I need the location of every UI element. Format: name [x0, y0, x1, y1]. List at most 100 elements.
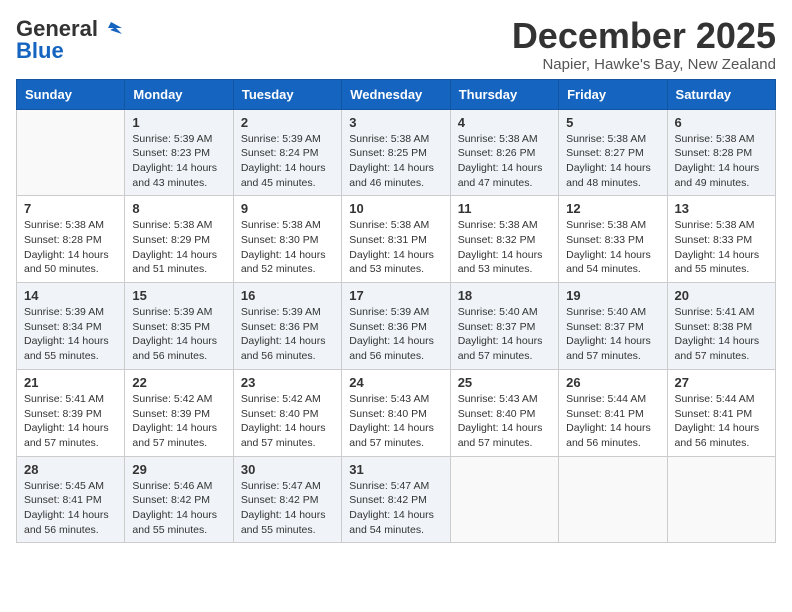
- day-number: 28: [24, 462, 117, 477]
- cell-details: Sunrise: 5:38 AMSunset: 8:32 PMDaylight:…: [458, 218, 551, 277]
- calendar-week-row: 7 Sunrise: 5:38 AMSunset: 8:28 PMDaylight…: [17, 196, 776, 283]
- day-number: 29: [132, 462, 225, 477]
- cell-details: Sunrise: 5:39 AMSunset: 8:36 PMDaylight:…: [349, 305, 442, 364]
- cell-details: Sunrise: 5:43 AMSunset: 8:40 PMDaylight:…: [349, 392, 442, 451]
- calendar-cell: 23 Sunrise: 5:42 AMSunset: 8:40 PMDayligh…: [233, 369, 341, 456]
- calendar-cell: 18Sunrise: 5:40 AMSunset: 8:37 PMDayligh…: [450, 283, 558, 370]
- cell-details: Sunrise: 5:46 AMSunset: 8:42 PMDaylight:…: [132, 479, 225, 538]
- calendar-week-row: 28 Sunrise: 5:45 AMSunset: 8:41 PMDayligh…: [17, 456, 776, 543]
- weekday-header: Saturday: [667, 79, 775, 109]
- calendar-cell: 5 Sunrise: 5:38 AMSunset: 8:27 PMDaylight…: [559, 109, 667, 196]
- cell-details: Sunrise: 5:39 AMSunset: 8:34 PMDaylight:…: [24, 305, 117, 364]
- title-block: December 2025 Napier, Hawke's Bay, New Z…: [512, 16, 776, 73]
- day-number: 3: [349, 115, 442, 130]
- cell-details: Sunrise: 5:47 AMSunset: 8:42 PMDaylight:…: [241, 479, 334, 538]
- calendar-table: SundayMondayTuesdayWednesdayThursdayFrid…: [16, 79, 776, 544]
- calendar-cell: [667, 456, 775, 543]
- calendar-cell: 31 Sunrise: 5:47 AMSunset: 8:42 PMDayligh…: [342, 456, 450, 543]
- day-number: 6: [675, 115, 768, 130]
- cell-details: Sunrise: 5:45 AMSunset: 8:41 PMDaylight:…: [24, 479, 117, 538]
- cell-details: Sunrise: 5:39 AMSunset: 8:35 PMDaylight:…: [132, 305, 225, 364]
- calendar-cell: 2 Sunrise: 5:39 AMSunset: 8:24 PMDaylight…: [233, 109, 341, 196]
- day-number: 26: [566, 375, 659, 390]
- calendar-week-row: 21Sunrise: 5:41 AMSunset: 8:39 PMDayligh…: [17, 369, 776, 456]
- calendar-cell: [17, 109, 125, 196]
- calendar-cell: 11 Sunrise: 5:38 AMSunset: 8:32 PMDayligh…: [450, 196, 558, 283]
- weekday-header: Thursday: [450, 79, 558, 109]
- cell-details: Sunrise: 5:39 AMSunset: 8:23 PMDaylight:…: [132, 132, 225, 191]
- calendar-cell: [450, 456, 558, 543]
- calendar-cell: 7 Sunrise: 5:38 AMSunset: 8:28 PMDaylight…: [17, 196, 125, 283]
- cell-details: Sunrise: 5:38 AMSunset: 8:28 PMDaylight:…: [24, 218, 117, 277]
- calendar-cell: 17 Sunrise: 5:39 AMSunset: 8:36 PMDayligh…: [342, 283, 450, 370]
- page-header: General Blue December 2025 Napier, Hawke…: [16, 16, 776, 73]
- calendar-cell: 14 Sunrise: 5:39 AMSunset: 8:34 PMDayligh…: [17, 283, 125, 370]
- cell-details: Sunrise: 5:39 AMSunset: 8:36 PMDaylight:…: [241, 305, 334, 364]
- weekday-header: Monday: [125, 79, 233, 109]
- calendar-cell: 19Sunrise: 5:40 AMSunset: 8:37 PMDayligh…: [559, 283, 667, 370]
- cell-details: Sunrise: 5:44 AMSunset: 8:41 PMDaylight:…: [675, 392, 768, 451]
- calendar-cell: 22Sunrise: 5:42 AMSunset: 8:39 PMDayligh…: [125, 369, 233, 456]
- day-number: 23: [241, 375, 334, 390]
- day-number: 12: [566, 201, 659, 216]
- weekday-header: Tuesday: [233, 79, 341, 109]
- cell-details: Sunrise: 5:38 AMSunset: 8:29 PMDaylight:…: [132, 218, 225, 277]
- weekday-header: Friday: [559, 79, 667, 109]
- day-number: 4: [458, 115, 551, 130]
- cell-details: Sunrise: 5:47 AMSunset: 8:42 PMDaylight:…: [349, 479, 442, 538]
- day-number: 2: [241, 115, 334, 130]
- cell-details: Sunrise: 5:38 AMSunset: 8:33 PMDaylight:…: [675, 218, 768, 277]
- logo: General Blue: [16, 16, 122, 64]
- day-number: 16: [241, 288, 334, 303]
- cell-details: Sunrise: 5:38 AMSunset: 8:30 PMDaylight:…: [241, 218, 334, 277]
- calendar-cell: [559, 456, 667, 543]
- calendar-cell: 15Sunrise: 5:39 AMSunset: 8:35 PMDayligh…: [125, 283, 233, 370]
- calendar-cell: 3Sunrise: 5:38 AMSunset: 8:25 PMDaylight…: [342, 109, 450, 196]
- cell-details: Sunrise: 5:43 AMSunset: 8:40 PMDaylight:…: [458, 392, 551, 451]
- weekday-header: Wednesday: [342, 79, 450, 109]
- logo-bird-icon: [100, 18, 122, 40]
- calendar-cell: 16 Sunrise: 5:39 AMSunset: 8:36 PMDayligh…: [233, 283, 341, 370]
- day-number: 17: [349, 288, 442, 303]
- day-number: 11: [458, 201, 551, 216]
- day-number: 31: [349, 462, 442, 477]
- cell-details: Sunrise: 5:38 AMSunset: 8:26 PMDaylight:…: [458, 132, 551, 191]
- calendar-cell: 20 Sunrise: 5:41 AMSunset: 8:38 PMDayligh…: [667, 283, 775, 370]
- calendar-cell: 6 Sunrise: 5:38 AMSunset: 8:28 PMDaylight…: [667, 109, 775, 196]
- day-number: 20: [675, 288, 768, 303]
- cell-details: Sunrise: 5:41 AMSunset: 8:38 PMDaylight:…: [675, 305, 768, 364]
- calendar-cell: 30Sunrise: 5:47 AMSunset: 8:42 PMDayligh…: [233, 456, 341, 543]
- calendar-cell: 12 Sunrise: 5:38 AMSunset: 8:33 PMDayligh…: [559, 196, 667, 283]
- cell-details: Sunrise: 5:42 AMSunset: 8:40 PMDaylight:…: [241, 392, 334, 451]
- day-number: 24: [349, 375, 442, 390]
- cell-details: Sunrise: 5:38 AMSunset: 8:27 PMDaylight:…: [566, 132, 659, 191]
- day-number: 9: [241, 201, 334, 216]
- day-number: 25: [458, 375, 551, 390]
- cell-details: Sunrise: 5:44 AMSunset: 8:41 PMDaylight:…: [566, 392, 659, 451]
- calendar-cell: 21Sunrise: 5:41 AMSunset: 8:39 PMDayligh…: [17, 369, 125, 456]
- calendar-cell: 9 Sunrise: 5:38 AMSunset: 8:30 PMDaylight…: [233, 196, 341, 283]
- cell-details: Sunrise: 5:39 AMSunset: 8:24 PMDaylight:…: [241, 132, 334, 191]
- day-number: 10: [349, 201, 442, 216]
- cell-details: Sunrise: 5:38 AMSunset: 8:31 PMDaylight:…: [349, 218, 442, 277]
- calendar-week-row: 1 Sunrise: 5:39 AMSunset: 8:23 PMDaylight…: [17, 109, 776, 196]
- cell-details: Sunrise: 5:42 AMSunset: 8:39 PMDaylight:…: [132, 392, 225, 451]
- day-number: 8: [132, 201, 225, 216]
- day-number: 18: [458, 288, 551, 303]
- day-number: 1: [132, 115, 225, 130]
- day-number: 13: [675, 201, 768, 216]
- day-number: 14: [24, 288, 117, 303]
- calendar-cell: 24 Sunrise: 5:43 AMSunset: 8:40 PMDayligh…: [342, 369, 450, 456]
- day-number: 5: [566, 115, 659, 130]
- calendar-cell: 27Sunrise: 5:44 AMSunset: 8:41 PMDayligh…: [667, 369, 775, 456]
- calendar-cell: 13 Sunrise: 5:38 AMSunset: 8:33 PMDayligh…: [667, 196, 775, 283]
- calendar-week-row: 14 Sunrise: 5:39 AMSunset: 8:34 PMDayligh…: [17, 283, 776, 370]
- weekday-header: Sunday: [17, 79, 125, 109]
- calendar-cell: 26 Sunrise: 5:44 AMSunset: 8:41 PMDayligh…: [559, 369, 667, 456]
- logo-blue-text: Blue: [16, 38, 64, 64]
- cell-details: Sunrise: 5:38 AMSunset: 8:28 PMDaylight:…: [675, 132, 768, 191]
- cell-details: Sunrise: 5:38 AMSunset: 8:33 PMDaylight:…: [566, 218, 659, 277]
- day-number: 7: [24, 201, 117, 216]
- calendar-cell: 10 Sunrise: 5:38 AMSunset: 8:31 PMDayligh…: [342, 196, 450, 283]
- calendar-cell: 8 Sunrise: 5:38 AMSunset: 8:29 PMDaylight…: [125, 196, 233, 283]
